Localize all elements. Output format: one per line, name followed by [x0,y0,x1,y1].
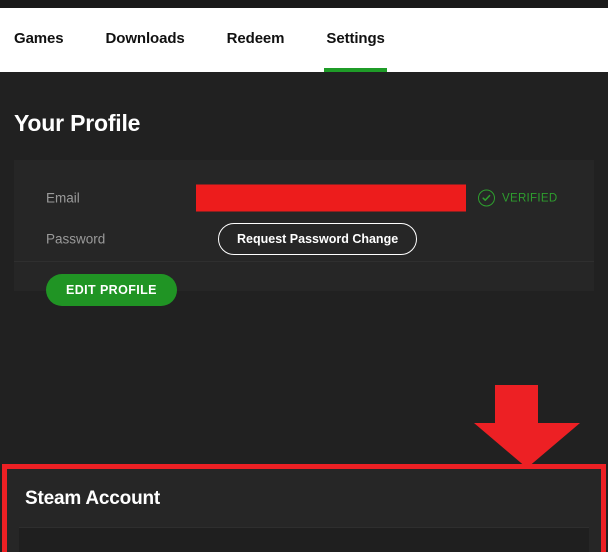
main-navigation: Games Downloads Redeem Settings [0,8,608,72]
email-label: Email [46,190,80,206]
nav-tab-games-label: Games [14,30,64,47]
password-label: Password [46,231,106,247]
nav-tab-games[interactable]: Games [14,8,64,72]
email-value-redacted [196,184,466,212]
edit-profile-button[interactable]: EDIT PROFILE [46,274,177,306]
down-arrow-head [474,423,580,468]
nav-tab-settings-label: Settings [326,30,385,47]
nav-tab-redeem-label: Redeem [226,30,285,47]
window-top-strip [0,0,608,8]
nav-tab-downloads[interactable]: Downloads [106,8,185,72]
nav-tab-downloads-label: Downloads [105,30,185,47]
request-password-change-button[interactable]: Request Password Change [218,223,418,255]
email-verified-badge: VERIFIED [478,189,558,207]
steam-account-section: Steam Account Connected Disconnect [2,464,606,552]
card-divider [14,261,594,262]
nav-tab-settings[interactable]: Settings [324,8,388,72]
down-arrow-icon [474,385,580,468]
down-arrow-shaft [495,385,538,427]
password-row: Password Request Password Change [14,219,594,259]
verified-label: VERIFIED [502,192,558,204]
page-title: Your Profile [14,110,141,136]
check-circle-icon [478,189,495,207]
app-root: Games Downloads Redeem Settings Your Pro… [0,0,608,552]
steam-account-row: Connected Disconnect [19,527,589,552]
nav-tab-redeem[interactable]: Redeem [227,8,285,72]
profile-card: Email VERIFIED Password Request Password… [14,160,594,306]
email-row: Email VERIFIED [14,178,594,218]
settings-page: Your Profile Email VERIFIED Password Req… [0,72,608,552]
steam-account-title: Steam Account [25,488,161,509]
